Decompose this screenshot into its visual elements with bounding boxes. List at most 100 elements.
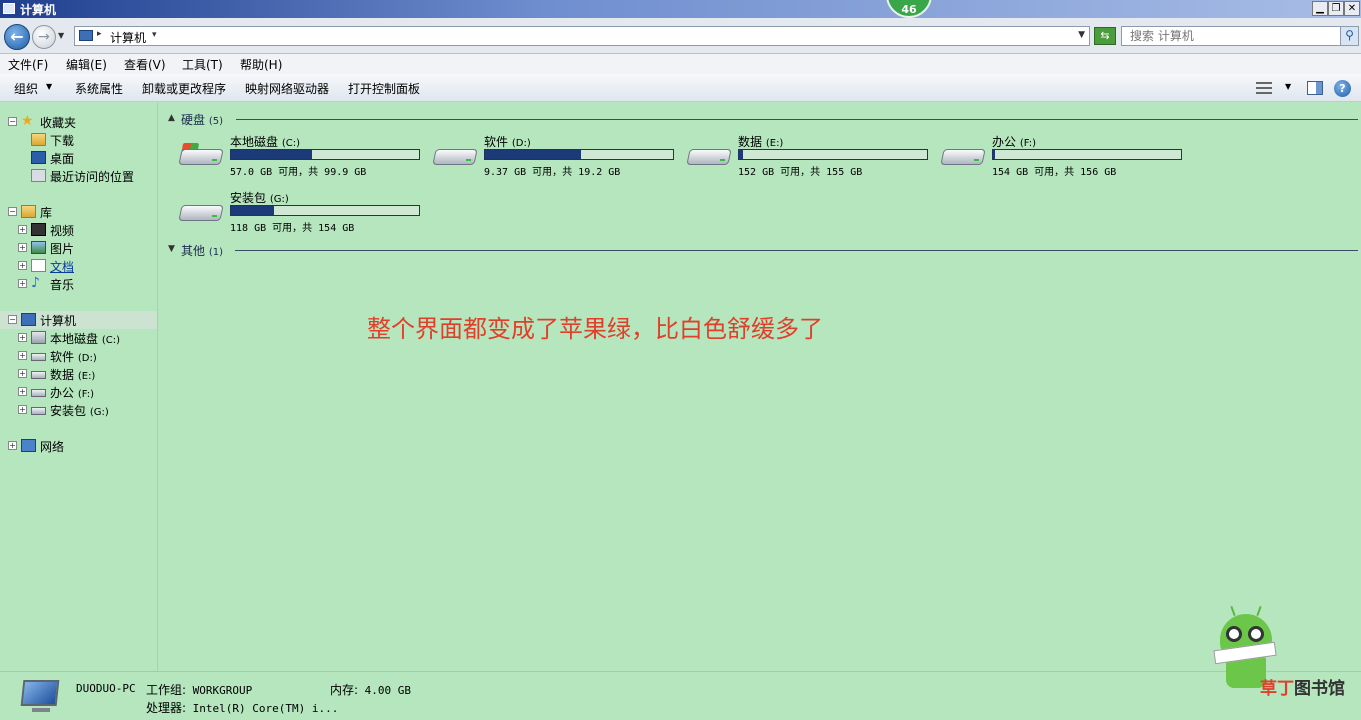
expand-icon[interactable]: + (18, 405, 27, 414)
nav-network[interactable]: + 网络 (0, 437, 157, 455)
menu-file[interactable]: 文件(F) (8, 56, 48, 73)
nav-label: 音乐 (50, 278, 75, 292)
nav-label: 数据 (E:) (50, 368, 96, 382)
content-pane: ▲ 硬盘 (5) 本地磁盘 (C:) 57.0 GB 可用，共 99.9 GB 软件… (160, 103, 1361, 671)
address-dropdown-icon[interactable]: ▼ (1078, 30, 1085, 40)
nav-label: 下载 (50, 134, 75, 148)
history-dropdown-icon[interactable]: ▼ (58, 31, 64, 40)
library-icon (21, 205, 36, 218)
minimize-button[interactable]: ▁ (1312, 1, 1328, 16)
organize-button[interactable]: 组织 (14, 80, 38, 97)
computer-icon (21, 313, 36, 326)
refresh-icon[interactable]: ⇆ (1094, 27, 1116, 45)
memory-info: 内存: 4.00 GB (330, 683, 412, 697)
forward-arrow-icon[interactable]: → (32, 25, 56, 49)
uninstall-program-button[interactable]: 卸载或更改程序 (142, 80, 226, 97)
search-field[interactable]: ⚲ (1121, 26, 1359, 46)
drive-tile-e[interactable]: 数据 (E:) 152 GB 可用，共 155 GB (686, 133, 936, 183)
restore-button[interactable]: ❐ (1328, 1, 1344, 16)
chevron-down-icon[interactable]: ▼ (46, 82, 52, 91)
expand-icon[interactable]: + (18, 369, 27, 378)
hard-drive-icon (940, 143, 986, 169)
back-arrow-icon[interactable]: ← (4, 24, 30, 50)
collapse-icon[interactable]: − (8, 315, 17, 324)
annotation-text: 整个界面都变成了苹果绿，比白色舒缓多了 (367, 315, 823, 343)
drive-usage-bar (230, 205, 420, 216)
collapse-icon[interactable]: − (8, 207, 17, 216)
expand-icon[interactable]: + (18, 243, 27, 252)
nav-label: 收藏夹 (40, 116, 77, 130)
nav-label: 计算机 (40, 314, 77, 328)
nav-favorites[interactable]: − ★ 收藏夹 (0, 113, 157, 131)
nav-drive-g[interactable]: + 安装包 (G:) (0, 401, 157, 419)
open-control-panel-button[interactable]: 打开控制面板 (348, 80, 420, 97)
expand-icon[interactable]: + (18, 279, 27, 288)
expand-icon[interactable]: + (18, 261, 27, 270)
nav-downloads[interactable]: 下载 (0, 131, 157, 149)
group-header-disks[interactable]: ▲ 硬盘 (5) (168, 111, 1358, 127)
menu-edit[interactable]: 编辑(E) (66, 56, 107, 73)
group-header-other[interactable]: ▼ 其他 (1) (168, 242, 1358, 258)
network-icon (21, 439, 36, 452)
drive-icon (31, 371, 46, 379)
nav-music[interactable]: + ♪ 音乐 (0, 275, 157, 293)
drive-usage-fill (993, 150, 995, 159)
nav-videos[interactable]: + 视频 (0, 221, 157, 239)
nav-libraries[interactable]: − 库 (0, 203, 157, 221)
drive-tile-d[interactable]: 软件 (D:) 9.37 GB 可用，共 19.2 GB (432, 133, 682, 183)
collapse-triangle-icon[interactable]: ▼ (168, 244, 175, 254)
preview-pane-icon[interactable] (1307, 81, 1323, 95)
expand-icon[interactable]: + (18, 351, 27, 360)
command-bar: 组织 ▼ 系统属性 卸载或更改程序 映射网络驱动器 打开控制面板 ▼ ? (0, 74, 1361, 102)
breadcrumb[interactable]: 计算机 (110, 29, 146, 46)
nav-documents[interactable]: + 文档 (0, 257, 157, 275)
drive-usage-bar (992, 149, 1182, 160)
help-icon[interactable]: ? (1334, 80, 1351, 97)
nav-desktop[interactable]: 桌面 (0, 149, 157, 167)
details-pane: DUODUO-PC 工作组: WORKGROUP 内存: 4.00 GB 处理器… (0, 671, 1361, 720)
collapse-icon[interactable]: − (8, 117, 17, 126)
drive-icon (31, 353, 46, 361)
computer-icon (3, 3, 15, 14)
chevron-down-icon[interactable]: ▸ (97, 29, 102, 39)
close-button[interactable]: ✕ (1344, 1, 1360, 16)
drive-tile-f[interactable]: 办公 (F:) 154 GB 可用，共 156 GB (940, 133, 1190, 183)
nav-recent-places[interactable]: 最近访问的位置 (0, 167, 157, 185)
drive-tile-c[interactable]: 本地磁盘 (C:) 57.0 GB 可用，共 99.9 GB (178, 133, 428, 183)
menu-view[interactable]: 查看(V) (124, 56, 166, 73)
drive-name: 数据 (E:) (738, 135, 784, 149)
nav-pictures[interactable]: + 图片 (0, 239, 157, 257)
nav-label: 图片 (50, 242, 75, 256)
window-title: 计算机 (20, 3, 57, 17)
pictures-library-icon (31, 241, 46, 254)
chevron-down-icon[interactable]: ▼ (1285, 82, 1291, 91)
expand-icon[interactable]: + (8, 441, 17, 450)
map-network-drive-button[interactable]: 映射网络驱动器 (245, 80, 329, 97)
drive-free-space: 152 GB 可用，共 155 GB (738, 167, 863, 178)
nav-drive-e[interactable]: + 数据 (E:) (0, 365, 157, 383)
chevron-down-icon[interactable]: ▾ (152, 30, 157, 40)
expand-icon[interactable]: + (18, 387, 27, 396)
nav-computer[interactable]: − 计算机 (0, 311, 157, 329)
group-divider (236, 119, 1358, 120)
nav-label: 本地磁盘 (C:) (50, 332, 120, 346)
star-icon: ★ (21, 113, 34, 129)
expand-icon[interactable]: + (18, 333, 27, 342)
collapse-triangle-icon[interactable]: ▲ (168, 113, 175, 123)
view-options-icon[interactable] (1256, 82, 1272, 94)
nav-drive-f[interactable]: + 办公 (F:) (0, 383, 157, 401)
address-field[interactable]: ▸ 计算机 ▾ ▼ (74, 26, 1090, 46)
search-input[interactable] (1130, 29, 1330, 43)
expand-icon[interactable]: + (18, 225, 27, 234)
system-properties-button[interactable]: 系统属性 (75, 80, 123, 97)
nav-drive-c[interactable]: + 本地磁盘 (C:) (0, 329, 157, 347)
system-drive-icon (31, 331, 46, 344)
menu-help[interactable]: 帮助(H) (240, 56, 282, 73)
menu-tools[interactable]: 工具(T) (182, 56, 223, 73)
drive-tile-g[interactable]: 安装包 (G:) 118 GB 可用，共 154 GB (178, 189, 428, 239)
search-icon[interactable]: ⚲ (1340, 27, 1358, 45)
drive-free-space: 154 GB 可用，共 156 GB (992, 167, 1117, 178)
drive-name: 办公 (F:) (992, 135, 1036, 149)
nav-drive-d[interactable]: + 软件 (D:) (0, 347, 157, 365)
counter-badge: 46 (886, 0, 932, 18)
